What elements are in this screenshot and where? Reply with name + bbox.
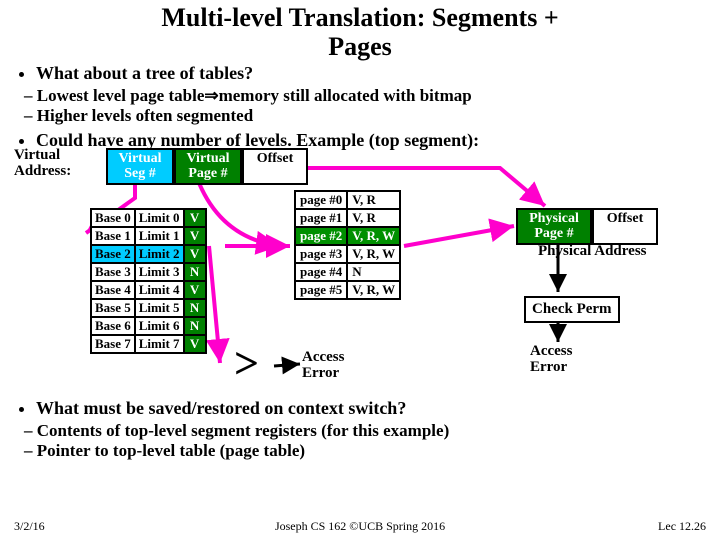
virtual-page-field: VirtualPage # bbox=[174, 148, 242, 185]
compare-gt: > bbox=[234, 346, 259, 381]
virtual-address-box: VirtualSeg # VirtualPage # Offset bbox=[106, 148, 308, 185]
bullet-3-sub-1: Contents of top-level segment registers … bbox=[24, 421, 449, 441]
physical-address-box: PhysicalPage # Offset bbox=[516, 208, 658, 245]
footer-date: 3/2/16 bbox=[14, 519, 245, 534]
virtual-address-label: Virtual Address: bbox=[14, 148, 71, 180]
access-error-2: Access Error bbox=[530, 344, 572, 376]
table-row: page #5V, R, W bbox=[295, 281, 400, 299]
diagram: Virtual Address: VirtualSeg # VirtualPag… bbox=[0, 138, 720, 408]
check-perm-box: Check Perm bbox=[524, 296, 620, 323]
page-table: page #0V, R page #1V, R page #2V, R, W p… bbox=[294, 190, 401, 300]
bullet-1-sub-1: Lowest level page table⇒memory still all… bbox=[24, 86, 710, 106]
virtual-seg-field: VirtualSeg # bbox=[106, 148, 174, 185]
table-row: page #0V, R bbox=[295, 191, 400, 209]
physical-address-label: Physical Address bbox=[538, 244, 647, 260]
physical-page-field: PhysicalPage # bbox=[516, 208, 592, 245]
table-row: Base 5Limit 5N bbox=[91, 299, 206, 317]
table-row-highlight: Base 2Limit 2V bbox=[91, 245, 206, 263]
bullet-3: What must be saved/restored on context s… bbox=[36, 398, 449, 419]
table-row: page #4N bbox=[295, 263, 400, 281]
bullet-1-sub-2: Higher levels often segmented bbox=[24, 106, 710, 126]
table-row: Base 1Limit 1V bbox=[91, 227, 206, 245]
title-line2: Pages bbox=[328, 32, 392, 61]
footer: 3/2/16 Joseph CS 162 ©UCB Spring 2016 Le… bbox=[0, 519, 720, 534]
footer-center: Joseph CS 162 ©UCB Spring 2016 bbox=[245, 519, 476, 534]
table-row-highlight: page #2V, R, W bbox=[295, 227, 400, 245]
table-row: page #3V, R, W bbox=[295, 245, 400, 263]
bullet-1: What about a tree of tables? bbox=[36, 63, 710, 84]
table-row: Base 6Limit 6N bbox=[91, 317, 206, 335]
table-row: Base 3Limit 3N bbox=[91, 263, 206, 281]
virtual-offset-field: Offset bbox=[242, 148, 308, 185]
bullet-3-sub-2: Pointer to top-level table (page table) bbox=[24, 441, 449, 461]
table-row: Base 0Limit 0V bbox=[91, 209, 206, 227]
footer-right: Lec 12.26 bbox=[475, 519, 706, 534]
segment-table: Base 0Limit 0V Base 1Limit 1V Base 2Limi… bbox=[90, 208, 207, 354]
table-row: Base 4Limit 4V bbox=[91, 281, 206, 299]
physical-offset-field: Offset bbox=[592, 208, 658, 245]
access-error-1: Access Error bbox=[302, 350, 344, 382]
table-row: page #1V, R bbox=[295, 209, 400, 227]
title-line1: Multi-level Translation: Segments + bbox=[161, 3, 558, 32]
table-row: Base 7Limit 7V bbox=[91, 335, 206, 353]
